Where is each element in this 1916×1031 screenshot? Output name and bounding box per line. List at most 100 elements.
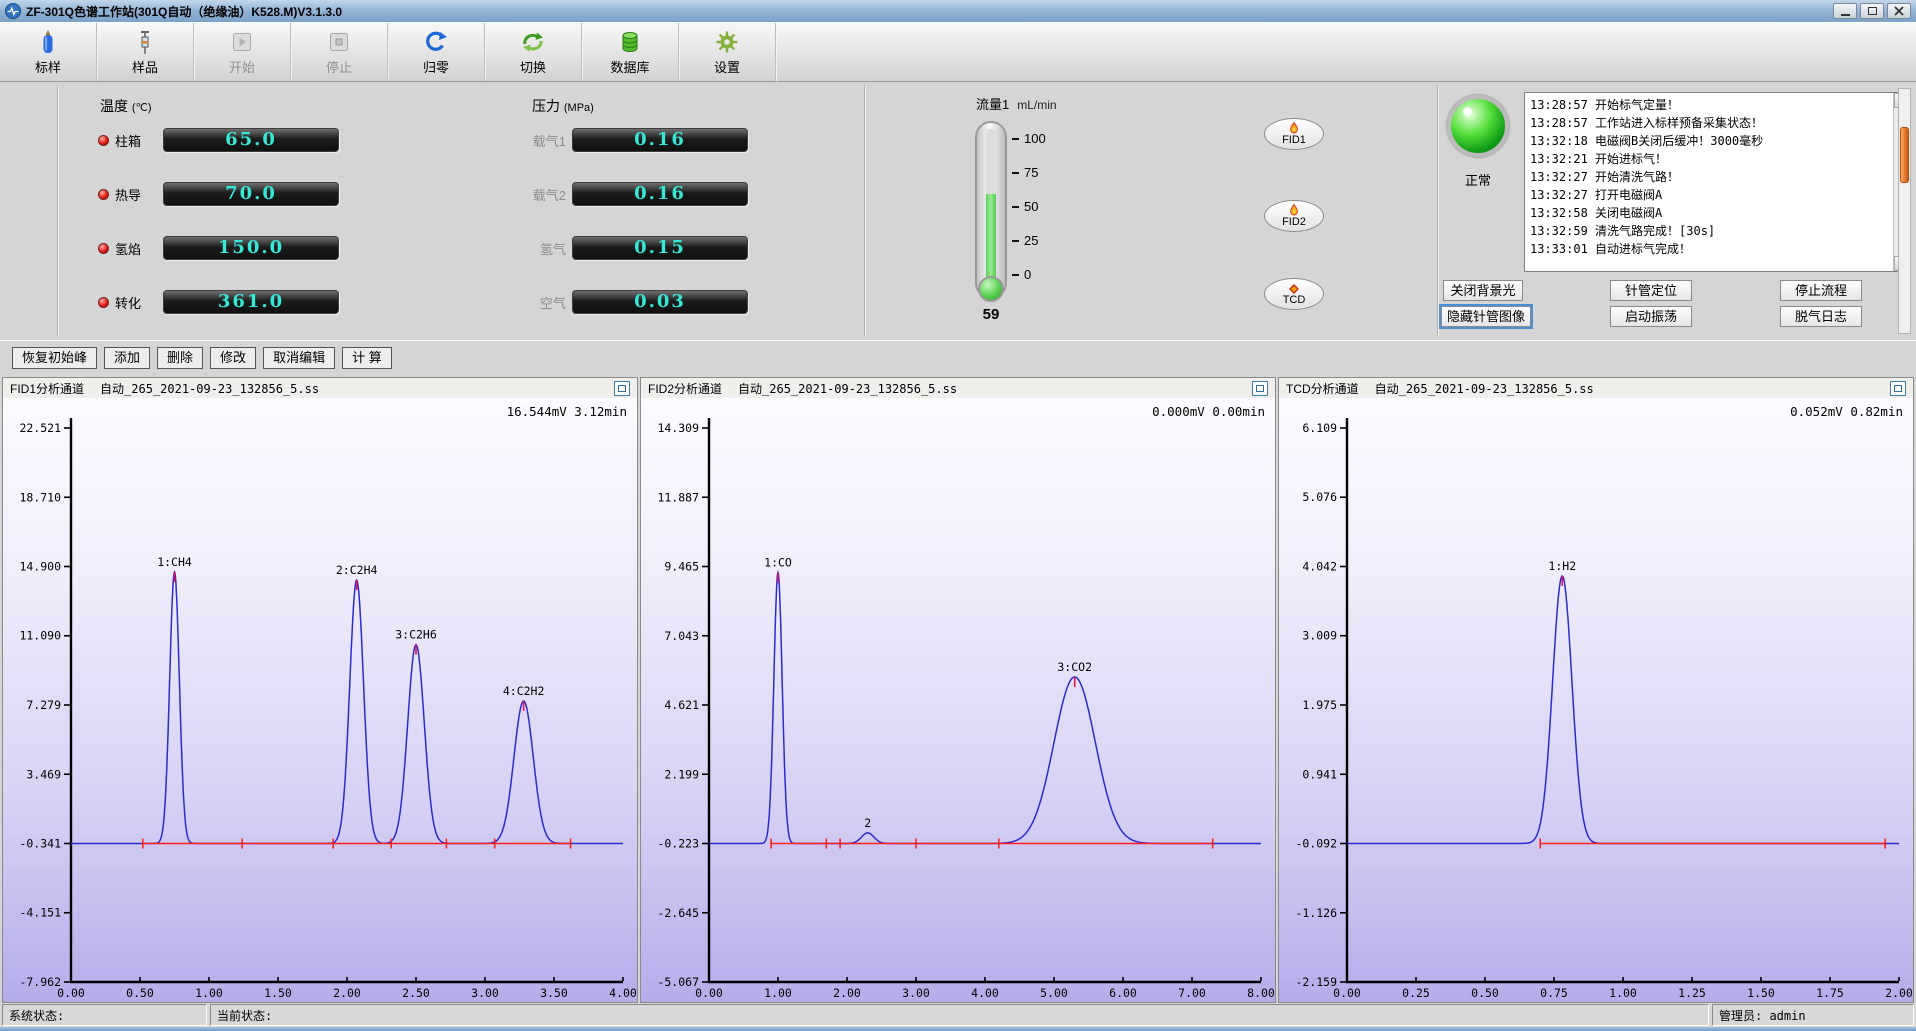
detector-label: TCD: [1283, 295, 1306, 306]
status-bar: 系统状态: 当前状态: 管理员: admin: [0, 1003, 1916, 1027]
detector-button-fid2[interactable]: FID2: [1264, 200, 1324, 232]
main-toolbar: 标样 样品 开始 停止 归零 切换 数据库 设置: [0, 22, 1916, 82]
needle-position-button[interactable]: 针管定位: [1610, 280, 1692, 301]
hide-needle-image-button[interactable]: 隐藏针管图像: [1441, 306, 1531, 327]
maximize-chart-button[interactable]: [1252, 381, 1268, 396]
svg-text:4.042: 4.042: [1302, 560, 1337, 574]
stop-flow-button[interactable]: 停止流程: [1780, 280, 1862, 301]
divider: [57, 86, 58, 336]
svg-text:16.544mV 3.12min: 16.544mV 3.12min: [507, 404, 627, 419]
window-bottom-border: [0, 1027, 1916, 1031]
svg-text:3.00: 3.00: [471, 986, 499, 1000]
svg-text:6.00: 6.00: [1109, 986, 1137, 1000]
chart-panel-fid2: FID2分析通道 自动_265_2021-09-23_132856_5.ss 0…: [640, 377, 1276, 1003]
cancel-edit-button[interactable]: 取消编辑: [263, 347, 335, 369]
restore-initial-peaks-button[interactable]: 恢复初始峰: [12, 347, 97, 369]
svg-text:9.465: 9.465: [664, 560, 699, 574]
detector-button-fid1[interactable]: FID1: [1264, 118, 1324, 150]
svg-text:1.50: 1.50: [1747, 986, 1775, 1000]
chromatogram-plot-tcd[interactable]: 0.052mV 0.82min6.1095.0764.0423.0091.975…: [1279, 398, 1913, 1002]
temperature-label: 转化: [115, 293, 157, 312]
svg-text:8.00: 8.00: [1247, 986, 1275, 1000]
svg-text:2:C2H4: 2:C2H4: [336, 563, 378, 577]
svg-text:3:CO2: 3:CO2: [1057, 660, 1092, 674]
degas-log-button[interactable]: 脱气日志: [1780, 306, 1862, 327]
event-log[interactable]: 13:28:57 开始标气定量！ 13:28:57 工作站进入标样预备采集状态！…: [1524, 92, 1910, 272]
minimize-button[interactable]: [1833, 3, 1857, 19]
edge-strip-handle[interactable]: [1900, 127, 1909, 183]
calculate-button[interactable]: 计 算: [342, 347, 392, 369]
close-backlight-button[interactable]: 关闭背景光: [1443, 280, 1523, 301]
delete-peak-button[interactable]: 删除: [157, 347, 203, 369]
temperature-display: 361.0: [163, 290, 339, 314]
pressure-unit: (MPa): [564, 102, 594, 114]
window-title: ZF-301Q色谱工作站(301Q自动（绝缘油）K528.M)V3.1.3.0: [26, 3, 342, 20]
svg-text:0.000mV 0.00min: 0.000mV 0.00min: [1152, 404, 1265, 419]
svg-text:5.076: 5.076: [1302, 490, 1337, 504]
svg-text:1:CH4: 1:CH4: [157, 555, 192, 569]
toolbar-button-database[interactable]: 数据库: [582, 23, 679, 81]
add-peak-button[interactable]: 添加: [104, 347, 150, 369]
svg-text:7.279: 7.279: [26, 698, 61, 712]
pressure-label: 载气2: [524, 185, 566, 204]
detector-button-tcd[interactable]: TCD: [1264, 278, 1324, 310]
chromatogram-area: FID1分析通道 自动_265_2021-09-23_132856_5.ss 1…: [0, 377, 1916, 1003]
minimize-icon: [1841, 14, 1850, 16]
toolbar-button-start[interactable]: 开始: [194, 23, 291, 81]
svg-text:-0.223: -0.223: [657, 837, 699, 851]
svg-text:1:CO: 1:CO: [764, 556, 792, 570]
svg-text:0.50: 0.50: [1471, 986, 1499, 1000]
chart-title: FID2分析通道: [648, 380, 722, 397]
toolbar-button-stop[interactable]: 停止: [291, 23, 388, 81]
toolbar-label: 数据库: [610, 57, 649, 76]
flow-scale-tick: 25: [1024, 233, 1038, 248]
svg-text:1.50: 1.50: [264, 986, 292, 1000]
log-line: 13:32:27 开始清洗气路！: [1530, 168, 1891, 186]
maximize-chart-button[interactable]: [614, 381, 630, 396]
svg-text:0.50: 0.50: [126, 986, 154, 1000]
svg-text:11.090: 11.090: [19, 629, 61, 643]
toolbar-button-settings[interactable]: 设置: [679, 23, 776, 81]
temperature-label: 氢焰: [115, 239, 157, 258]
flow-value: 59: [968, 306, 1014, 323]
svg-text:-0.341: -0.341: [19, 836, 61, 850]
flow-label: 流量1: [976, 94, 1009, 113]
svg-text:3.469: 3.469: [26, 767, 61, 781]
flow-tube: [986, 129, 996, 287]
chart-title: FID1分析通道: [10, 380, 84, 397]
svg-text:7.043: 7.043: [664, 629, 699, 643]
svg-text:3:C2H6: 3:C2H6: [395, 628, 437, 642]
svg-text:2: 2: [864, 816, 871, 830]
pressure-row: 空气 0.03: [524, 290, 748, 314]
svg-text:0.75: 0.75: [1540, 986, 1568, 1000]
log-line: 13:32:21 开始进标气！: [1530, 150, 1891, 168]
svg-text:14.309: 14.309: [657, 421, 699, 435]
toolbar-button-standard-sample[interactable]: 标样: [0, 23, 97, 81]
svg-text:-1.126: -1.126: [1295, 906, 1337, 920]
pressure-display: 0.15: [572, 236, 748, 260]
chromatogram-plot-fid2[interactable]: 0.000mV 0.00min14.30911.8879.4657.0434.6…: [641, 398, 1275, 1002]
divider: [1437, 86, 1438, 336]
maximize-chart-button[interactable]: [1890, 381, 1906, 396]
close-button[interactable]: [1887, 3, 1911, 19]
log-line: 13:32:59 清洗气路完成！[30s]: [1530, 222, 1891, 240]
play-icon: [229, 29, 255, 55]
modify-peak-button[interactable]: 修改: [210, 347, 256, 369]
toolbar-button-switch[interactable]: 切换: [485, 23, 582, 81]
toolbar-label: 标样: [35, 57, 61, 76]
title-bar: ZF-301Q色谱工作站(301Q自动（绝缘油）K528.M)V3.1.3.0: [0, 0, 1916, 22]
right-edge-strip[interactable]: [1898, 88, 1911, 334]
toolbar-button-zero[interactable]: 归零: [388, 23, 485, 81]
svg-text:1.00: 1.00: [764, 986, 792, 1000]
admin-cell: 管理员: admin: [1712, 1004, 1914, 1026]
start-oscillation-button[interactable]: 启动振荡: [1610, 306, 1692, 327]
status-led-icon: [98, 243, 109, 254]
pressure-display: 0.16: [572, 182, 748, 206]
toolbar-button-sample[interactable]: 样品: [97, 23, 194, 81]
chromatogram-plot-fid1[interactable]: 16.544mV 3.12min22.52118.71014.90011.090…: [3, 398, 637, 1002]
detector-label: FID1: [1282, 135, 1306, 146]
maximize-button[interactable]: [1860, 3, 1884, 19]
svg-text:18.710: 18.710: [19, 490, 61, 504]
svg-text:-7.962: -7.962: [19, 975, 61, 989]
status-led-icon: [98, 297, 109, 308]
